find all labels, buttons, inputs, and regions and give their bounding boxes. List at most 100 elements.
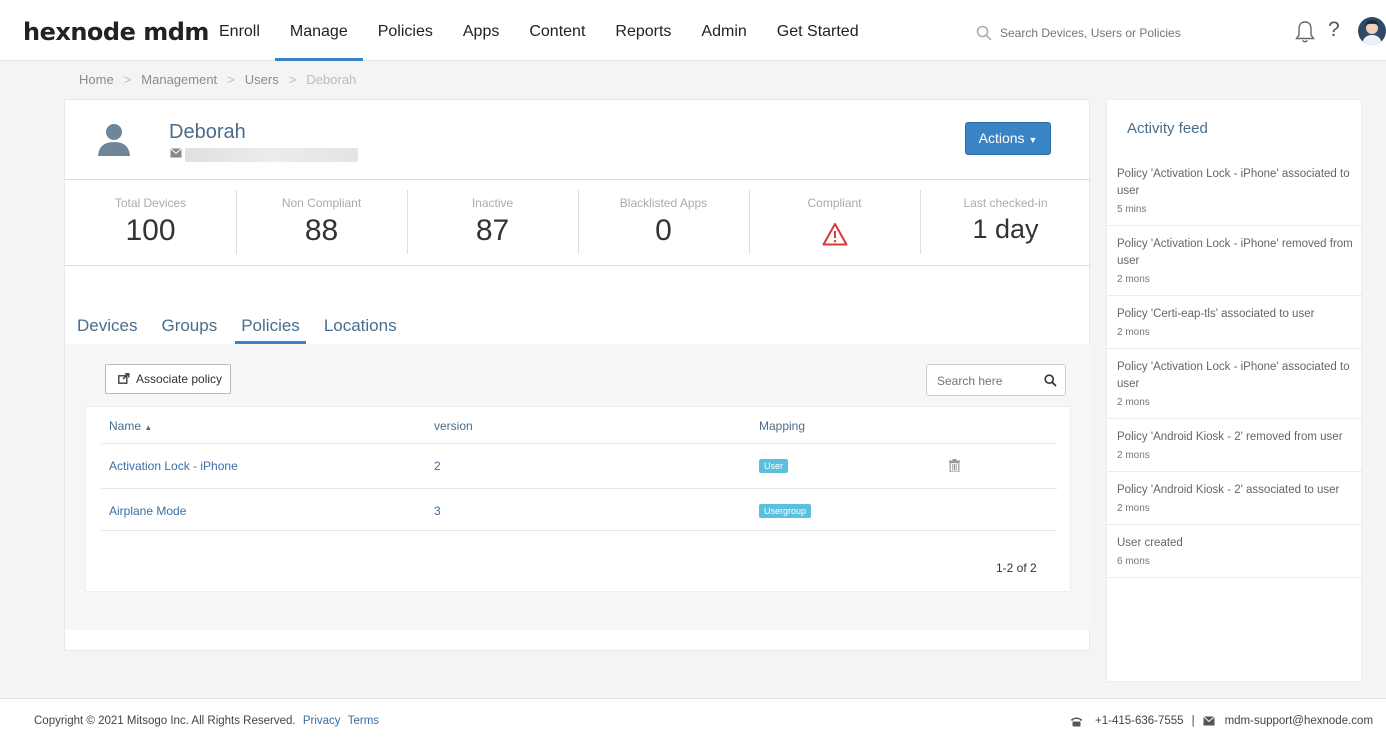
policy-version: 3 — [434, 504, 441, 518]
table-header-row — [101, 407, 1057, 444]
search-icon[interactable] — [1044, 374, 1057, 387]
terms-link[interactable]: Terms — [348, 715, 379, 727]
stat-label: Inactive — [471, 196, 514, 210]
tab-policies[interactable]: Policies — [235, 308, 306, 344]
nav-policies[interactable]: Policies — [363, 0, 448, 61]
feed-item-time: 2 mons — [1117, 397, 1150, 408]
feed-item: Policy 'Certi-eap-tls' associated to use… — [1107, 296, 1363, 349]
stat-value: 1 day — [972, 214, 1039, 244]
associate-policy-label: Associate policy — [136, 372, 223, 386]
user-detail-card: Deborah Actions ▼ Total Devices 100 Non … — [64, 99, 1091, 651]
nav-enroll[interactable]: Enroll — [204, 0, 275, 61]
breadcrumb-current: Deborah — [306, 72, 357, 87]
breadcrumb-management[interactable]: Management — [141, 72, 217, 87]
warning-icon — [822, 223, 847, 246]
stat-value: 0 — [655, 214, 672, 247]
caret-down-icon: ▼ — [1028, 135, 1038, 145]
table-row: Airplane Mode 3 Usergroup — [101, 489, 1057, 531]
feed-item-text: Policy 'Activation Lock - iPhone' remove… — [1117, 238, 1353, 267]
stat-last-checked-in: Last checked-in 1 day — [920, 180, 1091, 265]
feed-item-time: 5 mins — [1117, 204, 1147, 215]
main-nav: Enroll Manage Policies Apps Content Repo… — [204, 0, 874, 61]
pagination-info: 1-2 of 2 — [996, 561, 1037, 575]
stat-label: Total Devices — [114, 196, 187, 210]
policy-search — [926, 364, 1066, 396]
tab-locations[interactable]: Locations — [318, 308, 403, 344]
stat-non-compliant[interactable]: Non Compliant 88 — [236, 180, 407, 265]
policy-search-input[interactable] — [937, 374, 1037, 388]
copyright: Copyright © 2021 Mitsogo Inc. All Rights… — [34, 715, 379, 727]
feed-item-time: 2 mons — [1117, 503, 1150, 514]
activity-feed-list: Policy 'Activation Lock - iPhone' associ… — [1107, 156, 1363, 578]
email-redacted — [185, 148, 358, 162]
stat-inactive[interactable]: Inactive 87 — [407, 180, 578, 265]
chevron-right-icon: > — [288, 72, 297, 87]
top-bar: hexnode mdm Enroll Manage Policies Apps … — [0, 0, 1386, 61]
feed-item-time: 2 mons — [1117, 274, 1150, 285]
contact-info: +1-415-636-7555 | mdm-support@hexnode.co… — [1070, 715, 1373, 727]
stat-blacklisted-apps[interactable]: Blacklisted Apps 0 — [578, 180, 749, 265]
stats-row: Total Devices 100 Non Compliant 88 Inact… — [65, 180, 1091, 266]
feed-item-text: Policy 'Activation Lock - iPhone' associ… — [1117, 168, 1350, 197]
feed-item: Policy 'Activation Lock - iPhone' associ… — [1107, 156, 1363, 226]
associate-policy-button[interactable]: Associate policy — [105, 364, 231, 394]
feed-item-text: Policy 'Activation Lock - iPhone' associ… — [1117, 361, 1350, 390]
copyright-text: Copyright © 2021 Mitsogo Inc. All Rights… — [34, 715, 296, 727]
table-row: Activation Lock - iPhone 2 User — [101, 444, 1057, 489]
stat-compliant: Compliant — [749, 180, 920, 265]
help-icon[interactable]: ? — [1328, 18, 1340, 42]
contact-divider: | — [1191, 715, 1195, 727]
chevron-right-icon: > — [227, 72, 235, 87]
actions-label: Actions — [978, 130, 1025, 146]
activity-feed: Activity feed Policy 'Activation Lock - … — [1106, 99, 1363, 682]
feed-item: Policy 'Android Kiosk - 2' associated to… — [1107, 472, 1363, 525]
bell-icon[interactable] — [1294, 20, 1316, 44]
nav-apps[interactable]: Apps — [448, 0, 514, 61]
nav-manage[interactable]: Manage — [274, 0, 363, 61]
stat-label: Blacklisted Apps — [619, 196, 708, 210]
global-search — [976, 23, 1236, 43]
feed-item: Policy 'Activation Lock - iPhone' associ… — [1107, 349, 1363, 419]
footer: Copyright © 2021 Mitsogo Inc. All Rights… — [0, 698, 1386, 744]
nav-admin[interactable]: Admin — [686, 0, 761, 61]
feed-item: User created 6 mons — [1107, 525, 1363, 578]
policy-name-link[interactable]: Activation Lock - iPhone — [109, 459, 238, 473]
feed-item-time: 6 mons — [1117, 556, 1150, 567]
feed-item: Policy 'Activation Lock - iPhone' remove… — [1107, 226, 1363, 296]
share-icon — [118, 373, 130, 384]
user-icon — [98, 124, 130, 156]
logo[interactable]: hexnode mdm — [23, 18, 209, 46]
actions-button[interactable]: Actions ▼ — [965, 122, 1051, 155]
support-email[interactable]: mdm-support@hexnode.com — [1225, 715, 1373, 727]
global-search-input[interactable] — [1000, 26, 1220, 40]
nav-content[interactable]: Content — [514, 0, 600, 61]
breadcrumb-users[interactable]: Users — [245, 72, 279, 87]
stat-label: Compliant — [807, 196, 862, 210]
stat-label: Last checked-in — [963, 196, 1048, 210]
tab-devices[interactable]: Devices — [71, 308, 143, 344]
mail-icon — [170, 148, 182, 158]
stat-value: 100 — [125, 214, 176, 247]
nav-get-started[interactable]: Get Started — [762, 0, 874, 61]
breadcrumb-home[interactable]: Home — [79, 72, 114, 87]
trash-icon[interactable] — [949, 459, 960, 472]
tab-groups[interactable]: Groups — [155, 308, 223, 344]
policy-name-link[interactable]: Airplane Mode — [109, 504, 186, 518]
activity-feed-title: Activity feed — [1127, 120, 1208, 137]
avatar[interactable] — [1358, 17, 1386, 45]
feed-item: Policy 'Android Kiosk - 2' removed from … — [1107, 419, 1363, 472]
feed-item-text: Policy 'Certi-eap-tls' associated to use… — [1117, 308, 1315, 320]
feed-item-text: Policy 'Android Kiosk - 2' associated to… — [1117, 484, 1340, 496]
stat-total-devices[interactable]: Total Devices 100 — [65, 180, 236, 265]
nav-reports[interactable]: Reports — [600, 0, 686, 61]
user-header: Deborah Actions ▼ — [65, 100, 1091, 180]
privacy-link[interactable]: Privacy — [303, 715, 341, 727]
mail-icon — [1202, 716, 1215, 726]
stat-value: 88 — [304, 214, 339, 247]
feed-item-time: 2 mons — [1117, 327, 1150, 338]
policies-panel: Associate policy Name ▲ version Mapping … — [65, 344, 1091, 630]
user-name: Deborah — [169, 121, 246, 143]
phone-number[interactable]: +1-415-636-7555 — [1095, 715, 1184, 727]
phone-icon — [1070, 717, 1083, 726]
mapping-badge: User — [759, 459, 789, 473]
